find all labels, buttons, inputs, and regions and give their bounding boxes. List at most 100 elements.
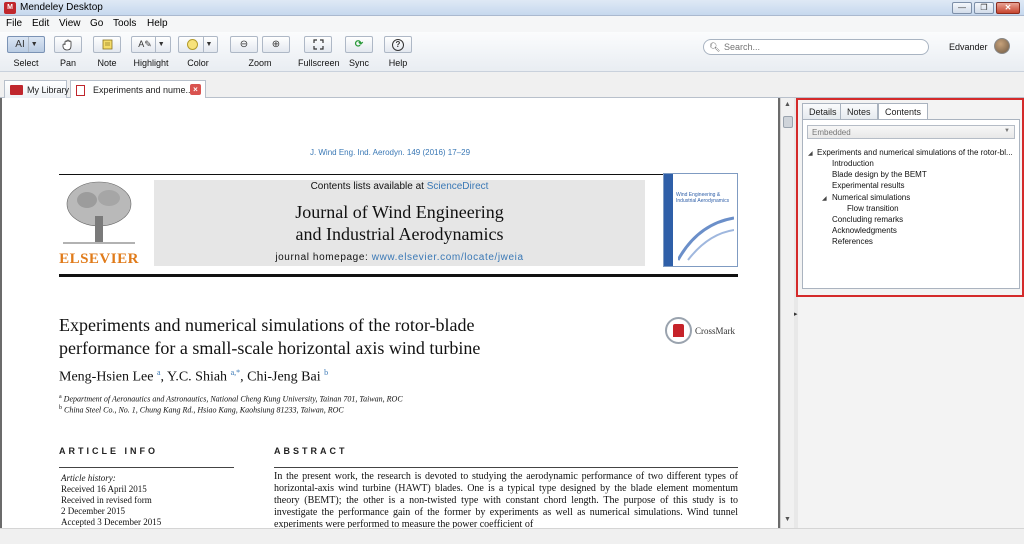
menu-tools[interactable]: Tools: [113, 18, 136, 29]
scroll-down-icon[interactable]: ▼: [783, 516, 792, 523]
scroll-up-icon[interactable]: ▲: [783, 101, 792, 108]
color-picker-button[interactable]: ▼: [178, 36, 218, 53]
history-item: Received in revised form: [61, 495, 152, 505]
sync-button[interactable]: ⟳: [345, 36, 373, 53]
journal-banner: Contents lists available at ScienceDirec…: [154, 180, 645, 266]
note-tool-button[interactable]: [93, 36, 121, 53]
journal-title: Journal of Wind Engineering and Industri…: [154, 201, 645, 245]
tab-my-library[interactable]: My Library: [4, 80, 70, 98]
help-button[interactable]: ?: [384, 36, 412, 53]
color-tool[interactable]: ▼ Color: [178, 36, 218, 68]
close-tab-icon[interactable]: ×: [190, 84, 201, 95]
menu-file[interactable]: File: [6, 18, 22, 29]
zoom-label: Zoom: [248, 58, 272, 68]
author-list: Meng-Hsien Lee a, Y.C. Shiah a,*, Chi-Je…: [59, 368, 328, 386]
affiliation-a-marker: a: [59, 394, 62, 400]
close-window-button[interactable]: ✕: [996, 2, 1020, 14]
text-cursor-icon: AI: [15, 39, 25, 50]
color-label: Color: [187, 58, 209, 68]
help-label: Help: [388, 58, 408, 68]
pdf-page[interactable]: J. Wind Eng. Ind. Aerodyn. 149 (2016) 17…: [2, 98, 778, 528]
abstract-heading: ABSTRACT: [274, 446, 348, 456]
scroll-thumb[interactable]: [783, 116, 793, 128]
tab-document[interactable]: Experiments and nume... ×: [70, 80, 206, 99]
abstract-text[interactable]: In the present work, the research is dev…: [274, 471, 738, 528]
elsevier-tree-icon: [63, 181, 135, 244]
color-swatch: [186, 39, 198, 50]
note-tool[interactable]: Note: [91, 36, 123, 68]
highlight-tool-button[interactable]: A✎ ▼: [131, 36, 171, 53]
article-history: Article history: Received 16 April 2015 …: [61, 473, 161, 528]
crossmark-icon: [665, 317, 692, 344]
menu-edit[interactable]: Edit: [32, 18, 49, 29]
title-bar: M Mendeley Desktop — ❐ ✕: [0, 0, 1024, 16]
window-title: Mendeley Desktop: [20, 2, 103, 13]
author-3-affil[interactable]: b: [324, 368, 328, 377]
chevron-down-icon[interactable]: ▼: [202, 37, 215, 52]
journal-cover-image: Wind Engineering & Industrial Aerodynami…: [663, 173, 738, 267]
author-1: Meng-Hsien Lee: [59, 369, 154, 385]
document-tabs: My Library Experiments and nume... ×: [0, 78, 1024, 99]
cover-graphic: [678, 216, 734, 261]
menu-bar: File Edit View Go Tools Help: [0, 16, 1024, 32]
paper-title[interactable]: Experiments and numerical simulations of…: [59, 314, 619, 360]
highlight-label: Highlight: [133, 58, 169, 68]
highlight-annotation-frame: [796, 98, 1024, 297]
pan-tool-button[interactable]: [54, 36, 82, 53]
elsevier-logo: ELSEVIER: [59, 178, 139, 268]
splitter-arrow-icon[interactable]: ▸: [794, 310, 798, 318]
zoom-out-button[interactable]: ⊖: [230, 36, 258, 53]
search-input[interactable]: [724, 41, 924, 53]
help-tool[interactable]: ? Help: [382, 36, 414, 68]
pan-tool[interactable]: Pan: [52, 36, 84, 68]
history-label: Article history:: [61, 473, 116, 483]
pdf-viewer[interactable]: J. Wind Eng. Ind. Aerodyn. 149 (2016) 17…: [0, 98, 780, 528]
paper-title-line2: performance for a small-scale horizontal…: [59, 338, 481, 358]
minimize-button[interactable]: —: [952, 2, 972, 14]
tab-my-library-label: My Library: [27, 85, 70, 95]
affiliation-a-text: Department of Aeronautics and Astronauti…: [63, 394, 403, 404]
divider: [59, 174, 738, 175]
zoom-tool: ⊖ ⊕ Zoom: [226, 36, 294, 68]
mendeley-library-icon: [10, 85, 23, 95]
chevron-down-icon[interactable]: ▼: [154, 37, 167, 52]
pan-label: Pan: [59, 58, 76, 68]
author-2-affil[interactable]: a,*: [231, 368, 241, 377]
maximize-button[interactable]: ❐: [974, 2, 994, 14]
pdf-icon: [76, 85, 85, 96]
hand-icon: [62, 39, 72, 50]
paper-title-line1: Experiments and numerical simulations of…: [59, 315, 475, 335]
menu-view[interactable]: View: [59, 18, 81, 29]
search-box[interactable]: 🔍︎: [703, 39, 929, 55]
username[interactable]: Edvander: [949, 42, 988, 52]
select-tool-button[interactable]: AI ▼: [7, 36, 45, 53]
note-label: Note: [97, 58, 117, 68]
select-label: Select: [13, 58, 39, 68]
citation-line[interactable]: J. Wind Eng. Ind. Aerodyn. 149 (2016) 17…: [2, 148, 778, 157]
divider: [59, 467, 234, 468]
select-tool[interactable]: AI ▼ Select: [6, 36, 46, 68]
crossmark-badge[interactable]: CrossMark: [665, 317, 745, 347]
menu-go[interactable]: Go: [90, 18, 103, 29]
journal-homepage: journal homepage: www.elsevier.com/locat…: [154, 252, 645, 263]
menu-help[interactable]: Help: [147, 18, 168, 29]
fullscreen-tool[interactable]: Fullscreen: [298, 36, 340, 68]
zoom-out-icon: ⊖: [239, 39, 249, 50]
highlight-tool[interactable]: A✎ ▼ Highlight: [131, 36, 171, 68]
article-info-heading: ARTICLE INFO: [59, 446, 158, 456]
vertical-scrollbar[interactable]: ▲ ▼: [780, 98, 794, 528]
avatar[interactable]: [994, 38, 1010, 54]
sync-tool[interactable]: ⟳ Sync: [343, 36, 375, 68]
fullscreen-button[interactable]: [304, 36, 332, 53]
sciencedirect-link[interactable]: ScienceDirect: [427, 181, 489, 192]
journal-title-line2: and Industrial Aerodynamics: [295, 224, 504, 244]
chevron-down-icon[interactable]: ▼: [27, 37, 40, 52]
zoom-in-button[interactable]: ⊕: [262, 36, 290, 53]
fullscreen-icon: [312, 39, 324, 50]
contents-line: Contents lists available at ScienceDirec…: [154, 181, 645, 192]
author-2: Y.C. Shiah: [167, 369, 228, 385]
divider: [274, 467, 738, 468]
journal-title-line1: Journal of Wind Engineering: [295, 202, 504, 222]
fullscreen-label: Fullscreen: [298, 58, 340, 68]
homepage-link[interactable]: www.elsevier.com/locate/jweia: [372, 252, 524, 263]
